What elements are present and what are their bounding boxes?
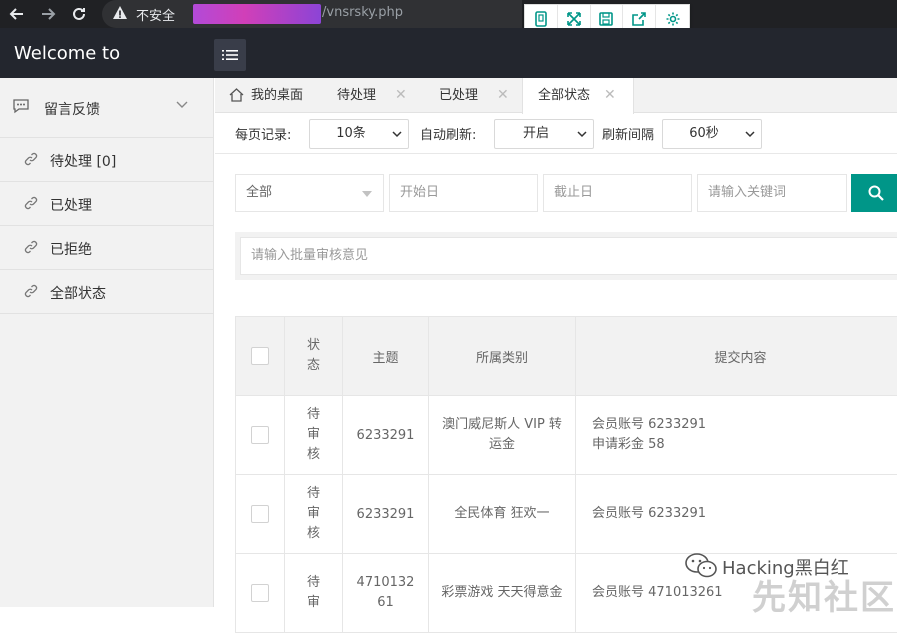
sidebar-item-label: 待处理 [0]	[50, 151, 116, 171]
batch-review-input[interactable]: 请输入批量审核意见	[240, 237, 897, 275]
tab-label: 已处理	[439, 78, 478, 113]
per-page-select[interactable]: 10条	[309, 119, 409, 149]
end-date-input[interactable]: 截止日	[543, 174, 692, 212]
tab-processed[interactable]: 已处理 ✕	[439, 78, 519, 113]
chat-bubble-icon	[12, 98, 30, 118]
row-checkbox[interactable]	[251, 505, 269, 523]
header-category: 所属类别	[429, 317, 576, 396]
row-subject: 6233291	[343, 396, 429, 475]
row-category: 澳门威尼斯人 VIP 转运金	[429, 396, 576, 475]
tab-pending[interactable]: 待处理 ✕	[337, 78, 417, 113]
watermark-text: Hacking黑白红	[722, 554, 849, 580]
row-status: 待审	[307, 573, 321, 613]
wechat-icon	[684, 552, 718, 580]
header-subject: 主题	[343, 317, 429, 396]
reload-icon[interactable]	[68, 3, 90, 25]
insecure-label: 不安全	[136, 5, 175, 24]
chevron-down-icon	[392, 130, 402, 138]
select-all-checkbox[interactable]	[251, 347, 269, 365]
start-date-input[interactable]: 开始日	[389, 174, 538, 212]
sidebar-item-processed[interactable]: 已处理	[0, 182, 213, 226]
close-icon[interactable]: ✕	[497, 78, 509, 113]
header-status: 状态	[285, 317, 343, 396]
chevron-down-icon	[577, 130, 587, 138]
forward-arrow-icon[interactable]	[37, 3, 59, 25]
watermark: 先知社区 Hacking黑白红	[680, 550, 897, 607]
filter-toolbar: 每页记录: 10条 自动刷新: 开启 刷新间隔 60秒	[215, 113, 897, 154]
category-select[interactable]: 全部	[235, 174, 384, 212]
row-content: 会员账号 6233291 申请彩金 58	[576, 396, 897, 475]
interval-select[interactable]: 60秒	[662, 119, 762, 149]
table-row: 待审核 6233291 全民体育 狂欢一 会员账号 6233291	[236, 475, 897, 554]
row-checkbox[interactable]	[251, 426, 269, 444]
back-arrow-icon[interactable]	[6, 3, 28, 25]
select-all-cell	[236, 317, 285, 396]
home-icon	[229, 88, 244, 102]
tab-bar: 我的桌面 待处理 ✕ 已处理 ✕ 全部状态 ✕	[215, 78, 897, 113]
hamburger-icon	[222, 49, 238, 61]
close-icon[interactable]: ✕	[604, 78, 616, 113]
row-category: 彩票游戏 天天得意金	[429, 554, 576, 633]
interval-label: 刷新间隔	[602, 124, 654, 143]
sidebar: 留言反馈 待处理 [0] 已处理 已拒绝 全部状态	[0, 78, 214, 607]
keyword-input[interactable]: 请输入关键词	[697, 174, 847, 212]
close-icon[interactable]: ✕	[395, 78, 407, 113]
menu-toggle-button[interactable]	[214, 39, 246, 71]
per-page-value: 10条	[310, 120, 392, 148]
table-header-row: 状态 主题 所属类别 提交内容	[236, 317, 897, 396]
end-date-placeholder: 截止日	[554, 185, 593, 200]
auto-refresh-label: 自动刷新:	[420, 124, 476, 143]
sidebar-item-label: 全部状态	[50, 283, 106, 303]
batch-review-panel: 请输入批量审核意见	[235, 232, 897, 280]
auto-refresh-value: 开启	[495, 120, 577, 148]
app-brand: Welcome to	[14, 43, 120, 64]
redacted-domain	[193, 4, 321, 24]
link-icon	[24, 284, 38, 302]
browser-toolbar: 不安全 /vnsrsky.php	[0, 0, 897, 28]
row-status: 待审核	[307, 484, 321, 544]
table-row: 待审核 6233291 澳门威尼斯人 VIP 转运金 会员账号 6233291 …	[236, 396, 897, 475]
search-button[interactable]	[851, 174, 897, 212]
row-checkbox[interactable]	[251, 584, 269, 602]
sidebar-item-label: 已处理	[50, 195, 92, 215]
row-content-line: 申请彩金 58	[592, 435, 897, 455]
sidebar-group-label: 留言反馈	[44, 99, 100, 119]
sidebar-group-feedback[interactable]: 留言反馈	[0, 78, 213, 138]
keyword-placeholder: 请输入关键词	[708, 185, 786, 200]
link-icon	[24, 196, 38, 214]
tab-label: 我的桌面	[251, 78, 303, 113]
app-header: Welcome to	[0, 28, 897, 78]
link-icon	[24, 240, 38, 258]
start-date-placeholder: 开始日	[400, 185, 439, 200]
row-status: 待审核	[307, 405, 321, 465]
chevron-down-icon	[745, 130, 755, 138]
per-page-label: 每页记录:	[235, 124, 291, 143]
chevron-down-icon	[176, 98, 188, 114]
sidebar-item-label: 已拒绝	[50, 239, 92, 259]
auto-refresh-select[interactable]: 开启	[494, 119, 594, 149]
row-subject: 471013261	[343, 554, 429, 633]
row-subject: 6233291	[343, 475, 429, 554]
category-value: 全部	[246, 185, 272, 200]
tab-label: 全部状态	[538, 78, 590, 113]
search-icon	[867, 184, 885, 202]
row-content-line: 会员账号 6233291	[592, 504, 897, 524]
interval-value: 60秒	[663, 120, 745, 148]
row-category: 全民体育 狂欢一	[429, 475, 576, 554]
tab-all-status[interactable]: 全部状态 ✕	[522, 78, 634, 114]
header-status-label: 状态	[307, 336, 321, 376]
url-path: /vnsrsky.php	[322, 5, 403, 20]
batch-review-placeholder: 请输入批量审核意见	[251, 248, 368, 263]
row-content: 会员账号 6233291	[576, 475, 897, 554]
row-content-line: 会员账号 6233291	[592, 415, 897, 435]
header-content: 提交内容	[576, 317, 897, 396]
warning-triangle-icon	[112, 5, 128, 21]
tab-label: 待处理	[337, 78, 376, 113]
link-icon	[24, 152, 38, 170]
sidebar-item-rejected[interactable]: 已拒绝	[0, 226, 213, 270]
caret-down-icon	[361, 190, 373, 198]
sidebar-item-all-status[interactable]: 全部状态	[0, 270, 213, 314]
sidebar-item-pending[interactable]: 待处理 [0]	[0, 138, 213, 182]
